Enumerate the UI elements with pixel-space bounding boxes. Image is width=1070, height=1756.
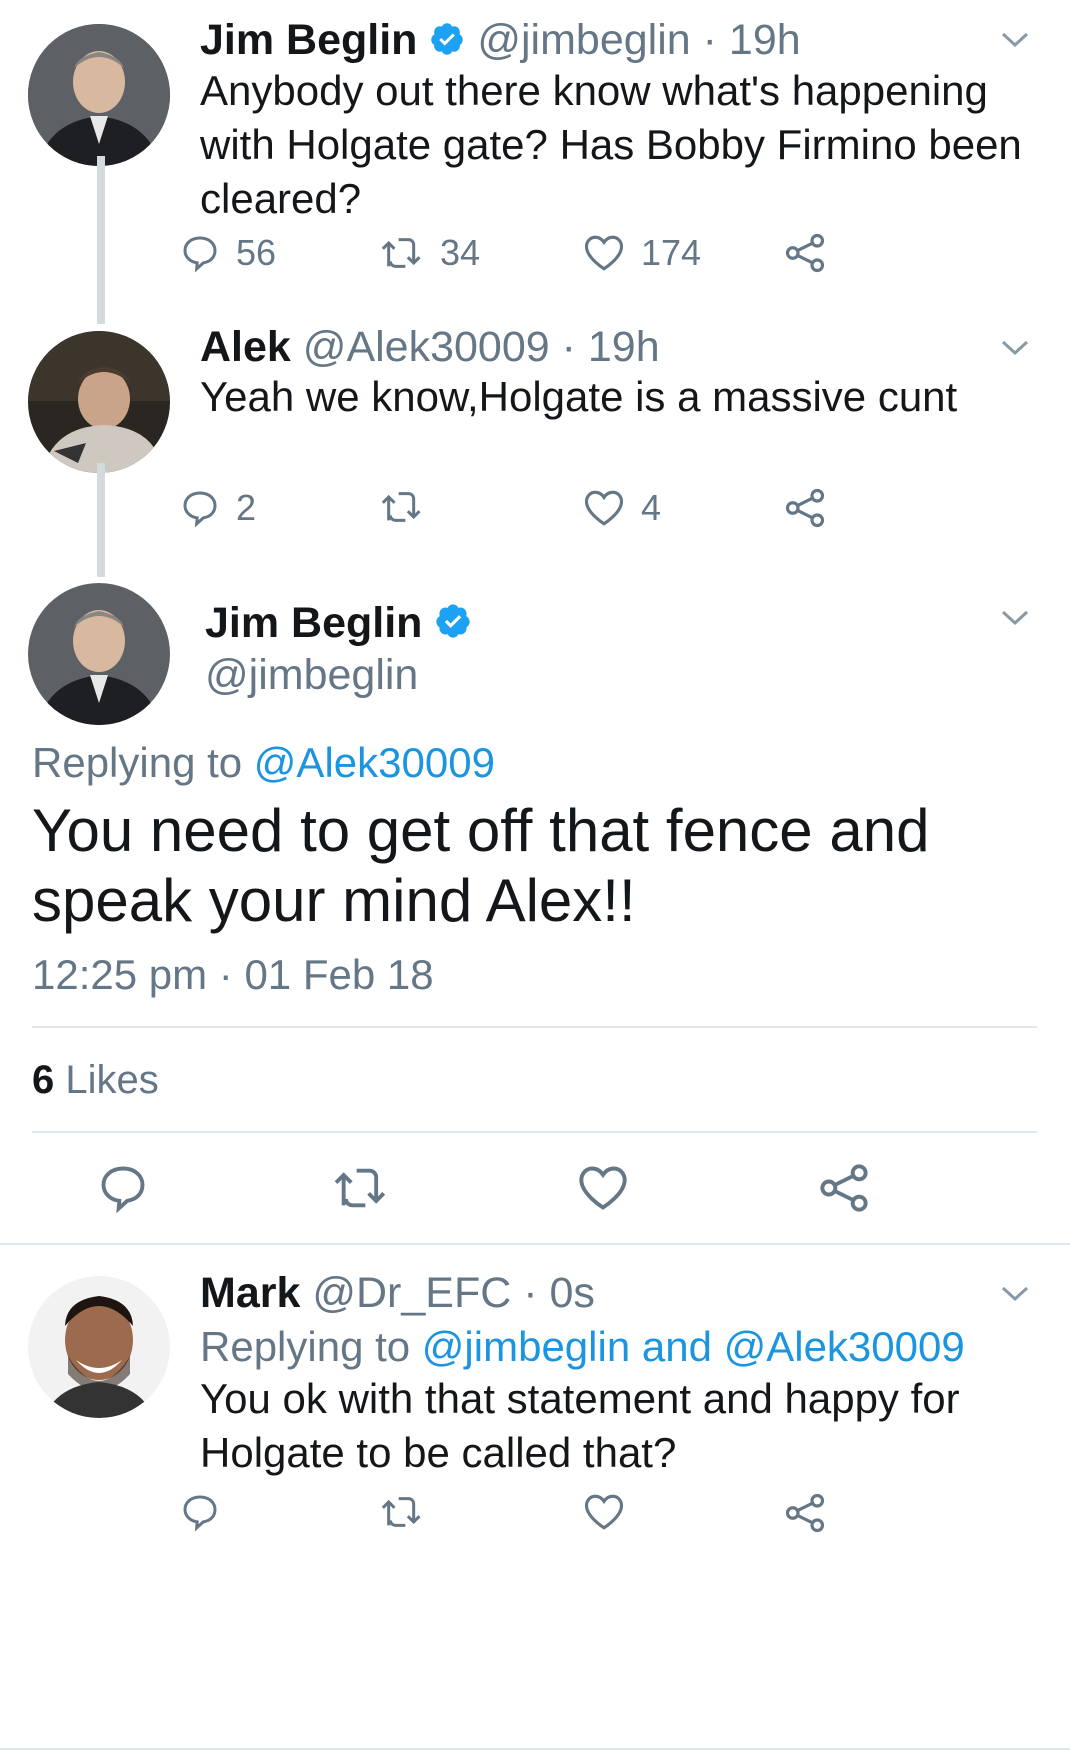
- retweet-icon: [381, 492, 421, 522]
- reply-count: 56: [236, 232, 277, 273]
- like-icon: [584, 1494, 624, 1530]
- replying-label: Replying to: [200, 1323, 411, 1370]
- reply-count: 2: [236, 487, 257, 528]
- retweet-button[interactable]: [380, 487, 424, 527]
- retweet-button[interactable]: 34: [380, 232, 480, 274]
- tweet-time: · 0s: [523, 1269, 595, 1317]
- focused-tweet-text: You need to get off that fence and speak…: [32, 797, 930, 934]
- reply-button[interactable]: 56: [180, 232, 276, 274]
- avatar-alek[interactable]: [28, 331, 170, 473]
- author-name[interactable]: Alek: [200, 323, 291, 371]
- author-handle[interactable]: @Dr_EFC: [312, 1269, 511, 1317]
- divider: [0, 1243, 1070, 1245]
- chevron-down-icon[interactable]: [1000, 608, 1030, 633]
- share-button[interactable]: [784, 1492, 826, 1534]
- tweet-text: Yeah we know,Holgate is a massive cunt: [200, 373, 958, 420]
- tweet-timestamp[interactable]: 12:25 pm · 01 Feb 18: [32, 950, 434, 1000]
- share-button[interactable]: [784, 232, 826, 274]
- like-button[interactable]: [577, 1163, 629, 1213]
- thread-line: [97, 463, 105, 577]
- retweet-icon: [334, 1168, 386, 1208]
- divider: [32, 1131, 1037, 1133]
- share-icon: [785, 1493, 825, 1533]
- avatar-jim-beglin[interactable]: [28, 24, 170, 166]
- avatar-jim-beglin[interactable]: [28, 583, 170, 725]
- mention-link[interactable]: @jimbeglin and @Alek30009: [422, 1323, 965, 1370]
- share-icon: [785, 488, 825, 528]
- reply-icon: [101, 1166, 145, 1214]
- reply-button[interactable]: 2: [180, 487, 256, 529]
- replying-to: Replying to @jimbeglin and @Alek30009: [200, 1322, 965, 1372]
- reply-icon: [183, 1495, 217, 1532]
- author-handle[interactable]: @Alek30009: [303, 323, 550, 371]
- verified-badge-icon: [429, 19, 465, 67]
- tweet-time: · 19h: [702, 16, 801, 64]
- reply-button[interactable]: [97, 1162, 149, 1214]
- retweet-icon: [381, 1497, 421, 1527]
- tweet-header: Alek @Alek30009 · 19h: [200, 323, 660, 371]
- retweet-button[interactable]: [332, 1162, 390, 1214]
- author-handle[interactable]: @jimbeglin: [205, 650, 418, 700]
- reply-button[interactable]: [180, 1492, 220, 1532]
- share-icon: [785, 233, 825, 273]
- share-icon: [820, 1164, 868, 1212]
- author-handle[interactable]: @jimbeglin: [477, 16, 690, 64]
- verified-badge-icon: [434, 601, 472, 651]
- author-name[interactable]: Jim Beglin: [205, 599, 422, 647]
- likes-label: Likes: [65, 1058, 159, 1102]
- likes-summary[interactable]: 6 Likes: [32, 1055, 159, 1105]
- author-name[interactable]: Mark: [200, 1269, 300, 1317]
- retweet-button[interactable]: [380, 1492, 424, 1532]
- replying-to: Replying to @Alek30009: [32, 738, 495, 788]
- like-icon: [584, 235, 624, 271]
- reply-icon: [183, 236, 217, 273]
- mention-link[interactable]: @Alek30009: [254, 739, 495, 786]
- like-button[interactable]: 4: [583, 487, 661, 529]
- like-count: 4: [641, 487, 662, 528]
- divider: [32, 1026, 1037, 1028]
- share-button[interactable]: [818, 1162, 870, 1214]
- tweet-text: You ok with that statement and happy for…: [200, 1375, 960, 1476]
- replying-label: Replying to: [32, 739, 243, 786]
- thread-line: [97, 156, 105, 324]
- tweet-time: · 19h: [561, 323, 660, 371]
- author-name[interactable]: Jim Beglin: [200, 16, 417, 64]
- tweet-header: Mark @Dr_EFC · 0s: [200, 1269, 595, 1317]
- divider: [0, 1748, 1070, 1750]
- like-button[interactable]: 174: [583, 232, 701, 274]
- chevron-down-icon[interactable]: [1000, 30, 1030, 55]
- focused-author: Jim Beglin: [205, 598, 472, 651]
- likes-count: 6: [32, 1058, 55, 1102]
- tweet-text: Anybody out there know what's happening …: [200, 67, 1022, 222]
- like-button[interactable]: [583, 1492, 625, 1532]
- like-count: 174: [641, 232, 702, 273]
- retweet-count: 34: [440, 232, 481, 273]
- like-icon: [579, 1166, 627, 1210]
- chevron-down-icon[interactable]: [1000, 1284, 1030, 1309]
- reply-icon: [183, 491, 217, 528]
- retweet-icon: [381, 238, 421, 268]
- chevron-down-icon[interactable]: [1000, 338, 1030, 363]
- share-button[interactable]: [784, 487, 826, 529]
- avatar-mark[interactable]: [28, 1276, 170, 1418]
- tweet-header: Jim Beglin @jimbeglin · 19h: [200, 16, 801, 67]
- like-icon: [584, 490, 624, 526]
